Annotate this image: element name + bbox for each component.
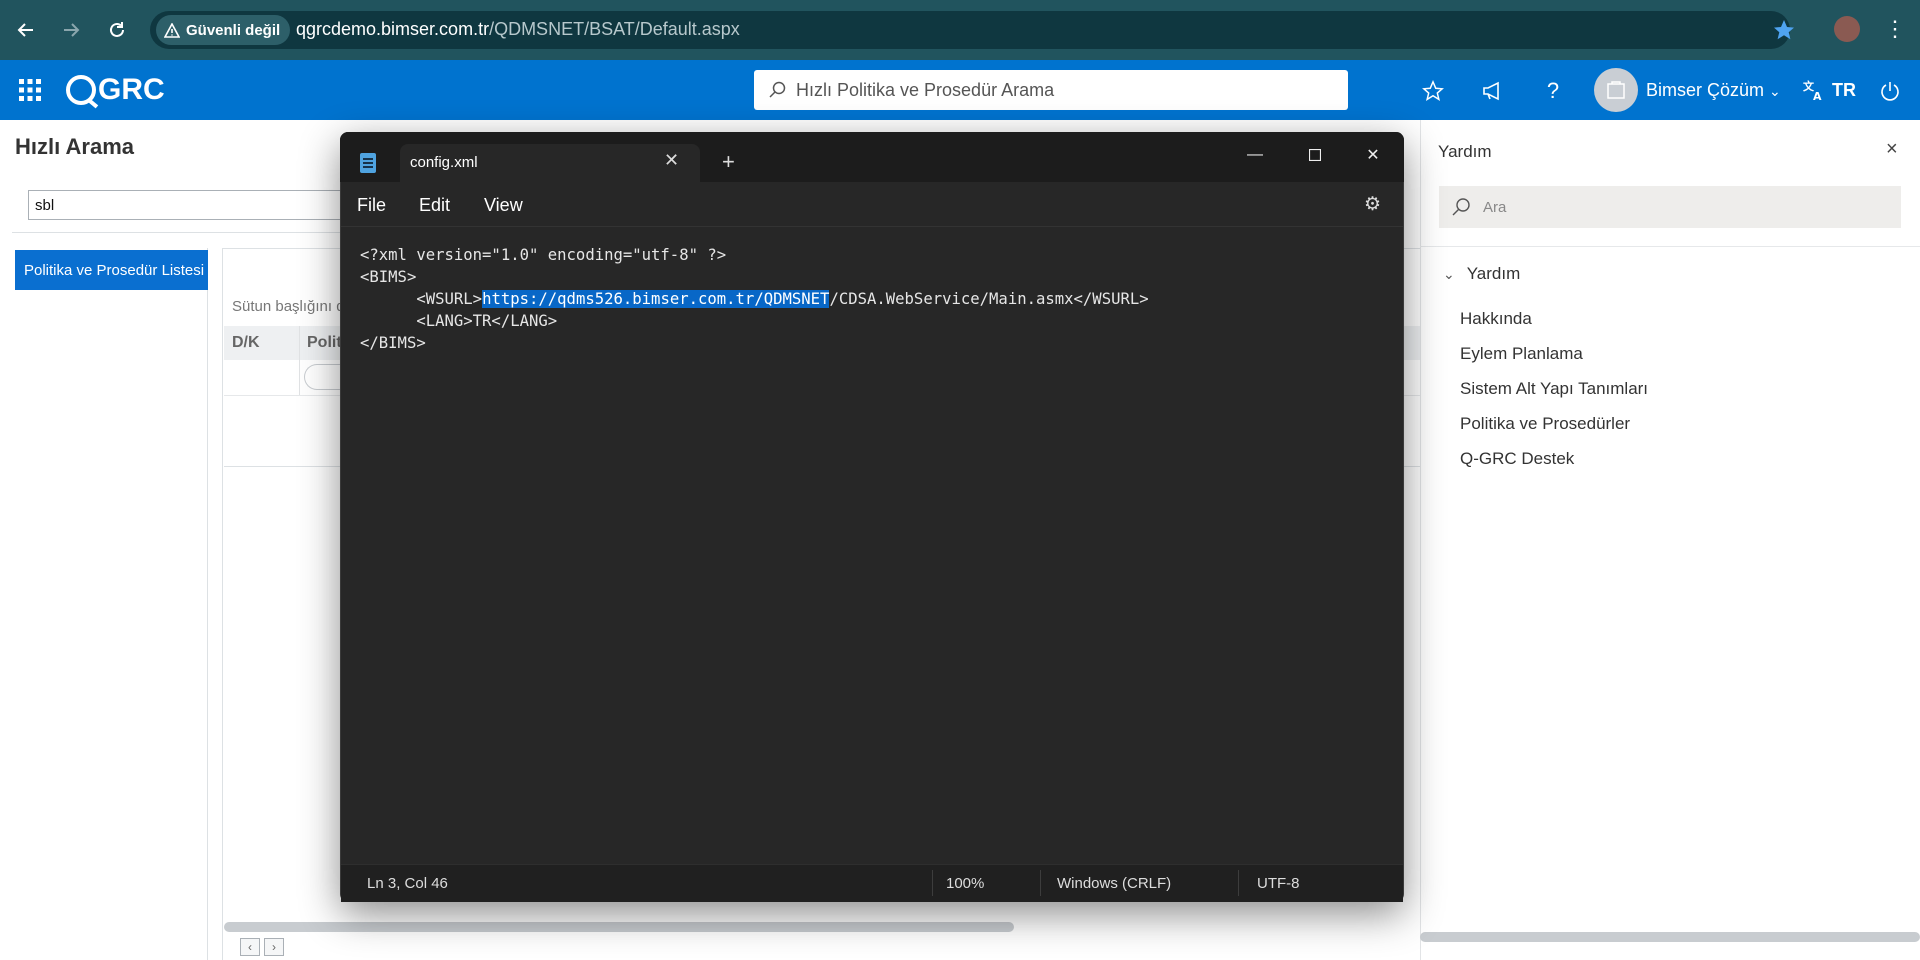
code-selection: https://qdms526.bimser.com.tr/QDMSNET xyxy=(482,290,830,308)
help-close-button[interactable]: × xyxy=(1886,138,1898,161)
profile-avatar[interactable] xyxy=(1834,16,1860,42)
announcements-megaphone-icon[interactable] xyxy=(1478,76,1508,106)
pager-prev-button[interactable]: ‹ xyxy=(240,938,260,956)
status-separator xyxy=(932,870,933,896)
divider xyxy=(12,232,342,233)
code-line-5[interactable]: </BIMS> xyxy=(360,332,426,354)
help-search-placeholder: Ara xyxy=(1483,198,1507,216)
help-horizontal-scrollbar[interactable] xyxy=(1420,932,1920,942)
user-avatar[interactable] xyxy=(1594,68,1638,112)
forward-button[interactable] xyxy=(55,14,87,46)
menu-file[interactable]: File xyxy=(357,195,386,216)
code-line-3[interactable]: <WSURL>https://qdms526.bimser.com.tr/QDM… xyxy=(360,288,1149,310)
arrow-left-icon xyxy=(17,23,33,37)
status-separator xyxy=(1238,870,1239,896)
language-label[interactable]: TR xyxy=(1832,80,1856,101)
user-name: Bimser Çözüm xyxy=(1646,80,1765,100)
tab-close-icon[interactable]: ✕ xyxy=(664,150,679,171)
menu-edit[interactable]: Edit xyxy=(419,195,450,216)
power-icon[interactable] xyxy=(1875,76,1905,106)
chevron-down-icon: ⌄ xyxy=(1443,265,1455,282)
settings-gear-icon[interactable]: ⚙ xyxy=(1364,193,1381,216)
help-search-input[interactable]: Ara xyxy=(1439,186,1901,228)
code-line-3-prefix: <WSURL> xyxy=(360,290,483,308)
help-item-politika-prosedurler[interactable]: Politika ve Prosedürler xyxy=(1460,414,1630,434)
page-title: Hızlı Arama xyxy=(15,134,135,159)
logo-q-mark xyxy=(66,75,96,105)
reload-icon xyxy=(110,22,124,37)
code-line-2[interactable]: <BIMS> xyxy=(360,266,416,288)
browser-menu-icon[interactable]: ⋮ xyxy=(1884,16,1906,42)
help-group-toggle[interactable]: ⌄ Yardım xyxy=(1443,264,1520,284)
arrow-right-icon xyxy=(64,23,80,37)
help-divider xyxy=(1420,246,1920,247)
status-encoding[interactable]: UTF-8 xyxy=(1257,875,1300,892)
url-path: /QDMSNET/BSAT/Default.aspx xyxy=(489,19,740,39)
column-header-policy[interactable]: Polit xyxy=(307,334,342,352)
notepad-tab-title: config.xml xyxy=(410,154,478,171)
pager-next-button[interactable]: › xyxy=(264,938,284,956)
grid-horizontal-scrollbar[interactable] xyxy=(224,922,1014,932)
svg-text:A: A xyxy=(1813,90,1822,102)
language-icon[interactable]: 文A xyxy=(1802,78,1826,107)
logo-text: GRC xyxy=(98,73,165,106)
quick-search-field[interactable]: sbl xyxy=(28,190,348,220)
status-zoom[interactable]: 100% xyxy=(946,875,984,892)
favorites-star-icon[interactable] xyxy=(1418,76,1448,106)
help-panel-title: Yardım xyxy=(1438,142,1492,161)
maximize-icon[interactable] xyxy=(1292,140,1338,170)
new-tab-plus-icon[interactable]: + xyxy=(722,149,735,175)
grid-group-hint: Sütun başlığını d xyxy=(232,298,345,315)
search-icon xyxy=(769,81,786,98)
code-line-3-suffix: /CDSA.WebService/Main.asmx</WSURL> xyxy=(829,290,1149,308)
left-panel xyxy=(12,248,208,960)
search-icon xyxy=(1452,198,1470,216)
reload-button[interactable] xyxy=(101,14,133,46)
url-text[interactable]: qgrcdemo.bimser.com.tr/QDMSNET/BSAT/Defa… xyxy=(296,19,740,40)
window-close-icon[interactable]: ✕ xyxy=(1350,140,1396,170)
status-cursor-position: Ln 3, Col 46 xyxy=(367,875,448,892)
bookmark-star-icon[interactable] xyxy=(1772,18,1796,47)
notepad-statusbar xyxy=(341,864,1403,902)
app-launcher-icon[interactable] xyxy=(18,78,42,107)
help-item-eylem-planlama[interactable]: Eylem Planlama xyxy=(1460,344,1583,364)
notepad-app-icon xyxy=(360,153,376,173)
url-host: qgrcdemo.bimser.com.tr xyxy=(296,19,490,39)
back-button[interactable] xyxy=(10,14,42,46)
status-separator xyxy=(1040,870,1041,896)
help-item-hakkinda[interactable]: Hakkında xyxy=(1460,309,1532,329)
status-line-ending[interactable]: Windows (CRLF) xyxy=(1057,875,1171,892)
qgrc-logo[interactable]: GRC xyxy=(66,72,165,108)
help-group-label: Yardım xyxy=(1466,264,1521,283)
quick-search-input[interactable]: Hızlı Politika ve Prosedür Arama xyxy=(754,70,1348,110)
code-line-1[interactable]: <?xml version="1.0" encoding="utf-8" ?> xyxy=(360,244,726,266)
chevron-down-icon: ⌄ xyxy=(1769,83,1781,99)
tab-policy-procedure-list[interactable]: Politika ve Prosedür Listesi xyxy=(15,250,208,290)
security-label: Güvenli değil xyxy=(186,21,281,39)
user-menu[interactable]: Bimser Çözüm ⌄ xyxy=(1646,80,1781,101)
menu-view[interactable]: View xyxy=(484,195,523,216)
security-chip[interactable]: Güvenli değil xyxy=(156,15,291,45)
user-placeholder-icon xyxy=(1607,81,1625,99)
column-header-dk[interactable]: D/K xyxy=(232,334,260,352)
help-item-qgrc-destek[interactable]: Q-GRC Destek xyxy=(1460,449,1574,469)
code-line-4[interactable]: <LANG>TR</LANG> xyxy=(360,310,557,332)
minimize-icon[interactable]: — xyxy=(1232,140,1278,170)
help-item-sistem-alt-yapi[interactable]: Sistem Alt Yapı Tanımları xyxy=(1460,379,1648,399)
help-question-icon[interactable]: ? xyxy=(1538,76,1568,106)
quick-search-placeholder: Hızlı Politika ve Prosedür Arama xyxy=(796,79,1055,100)
warning-icon xyxy=(164,22,180,38)
